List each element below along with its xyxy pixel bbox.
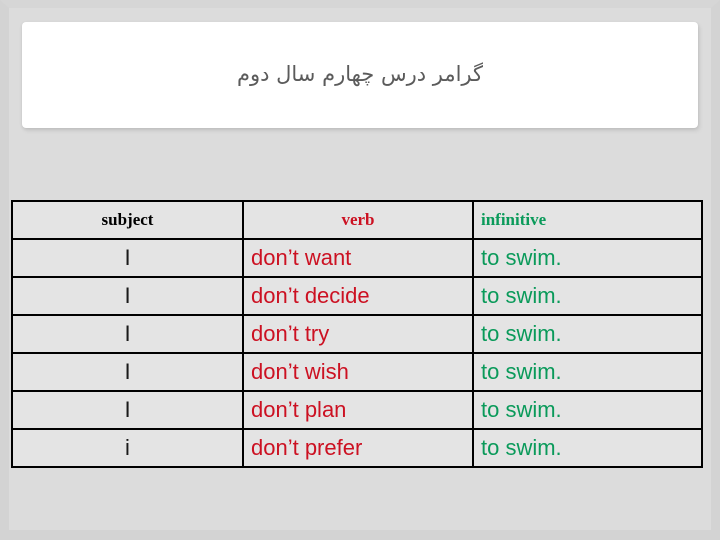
table-row: i don’t prefer to swim. [11, 428, 703, 468]
cell-subject: i [11, 428, 244, 468]
cell-infinitive: to swim. [472, 390, 703, 430]
grammar-table: subject verb infinitive I don’t want to … [11, 200, 703, 468]
cell-verb: don’t plan [242, 390, 474, 430]
table-row: I don’t plan to swim. [11, 390, 703, 430]
table-body: I don’t want to swim. I don’t decide to … [11, 238, 703, 468]
cell-verb: don’t try [242, 314, 474, 354]
cell-verb: don’t decide [242, 276, 474, 316]
slide-canvas: گرامر درس چهارم سال دوم subject verb inf… [0, 0, 720, 540]
table-row: I don’t want to swim. [11, 238, 703, 278]
page-title: گرامر درس چهارم سال دوم [236, 62, 484, 87]
cell-subject: I [11, 390, 244, 430]
cell-verb: don’t prefer [242, 428, 474, 468]
column-header-verb: verb [242, 200, 474, 240]
table-row: I don’t wish to swim. [11, 352, 703, 392]
cell-subject: I [11, 314, 244, 354]
column-header-infinitive: infinitive [472, 200, 703, 240]
cell-infinitive: to swim. [472, 352, 703, 392]
cell-verb: don’t wish [242, 352, 474, 392]
cell-infinitive: to swim. [472, 428, 703, 468]
cell-infinitive: to swim. [472, 238, 703, 278]
cell-verb: don’t want [242, 238, 474, 278]
table-header: subject verb infinitive [11, 200, 703, 240]
cell-infinitive: to swim. [472, 314, 703, 354]
cell-subject: I [11, 238, 244, 278]
cell-subject: I [11, 352, 244, 392]
title-panel: گرامر درس چهارم سال دوم [22, 22, 698, 128]
table-row: I don’t decide to swim. [11, 276, 703, 316]
cell-subject: I [11, 276, 244, 316]
table-header-row: subject verb infinitive [11, 200, 703, 240]
table-row: I don’t try to swim. [11, 314, 703, 354]
cell-infinitive: to swim. [472, 276, 703, 316]
column-header-subject: subject [11, 200, 244, 240]
